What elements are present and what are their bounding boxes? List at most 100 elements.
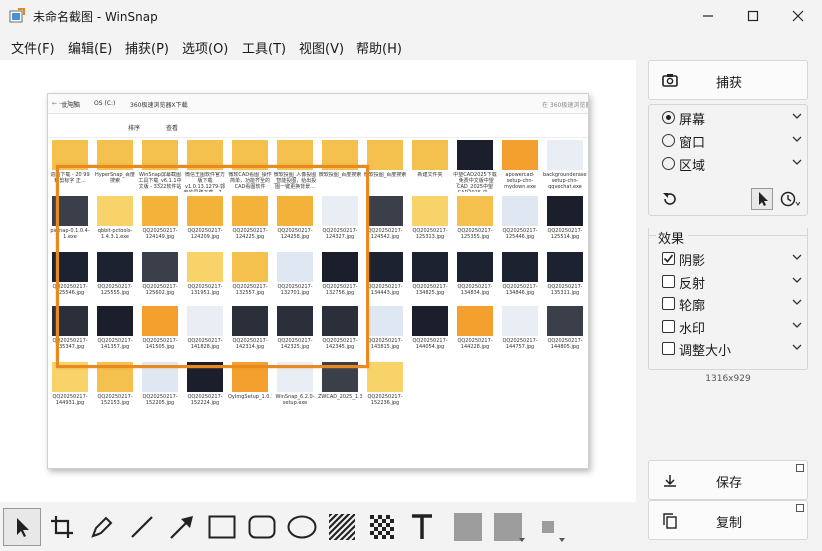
effect-watermark[interactable]: 水印 bbox=[662, 316, 802, 338]
file-thumbnail bbox=[367, 362, 403, 392]
save-auto-checkbox[interactable] bbox=[796, 464, 804, 472]
chevron-down-icon[interactable] bbox=[792, 252, 802, 262]
effect-outline[interactable]: 轮廓 bbox=[662, 293, 802, 315]
hatch-icon bbox=[329, 514, 355, 540]
cursor-toggle[interactable] bbox=[751, 188, 773, 210]
chevron-down-icon[interactable] bbox=[792, 275, 802, 285]
effect-label: 反射 bbox=[679, 276, 706, 292]
file-name: QQ20250217-134846.jpg bbox=[502, 284, 538, 296]
radio-unselected bbox=[662, 157, 675, 170]
file-item: QQ20250217-152236.jpg bbox=[365, 362, 405, 416]
explorer-search: 在 360极速浏览器X下载 bbox=[542, 102, 588, 109]
breadcrumb-pc: 此电脑 bbox=[62, 102, 81, 109]
menu-tools[interactable]: 工具(T) bbox=[242, 38, 286, 57]
menu-options[interactable]: 选项(O) bbox=[182, 38, 228, 57]
pointer-icon bbox=[759, 192, 768, 206]
effect-resize[interactable]: 调整大小 bbox=[662, 338, 802, 360]
arrow-tool-button[interactable] bbox=[163, 508, 201, 546]
radio-selected bbox=[662, 111, 675, 124]
pixelate-icon bbox=[370, 515, 394, 539]
dropdown-icon bbox=[559, 538, 565, 542]
menu-view[interactable]: 视图(V) bbox=[299, 38, 344, 57]
save-button[interactable]: 保存 bbox=[648, 460, 808, 500]
checkbox[interactable] bbox=[662, 342, 675, 355]
checkbox[interactable] bbox=[662, 319, 675, 333]
close-button[interactable] bbox=[776, 0, 820, 32]
chevron-down-icon[interactable] bbox=[792, 320, 802, 330]
ellipse-icon bbox=[287, 515, 317, 539]
file-item: QQ20250217-134834.jpg bbox=[455, 252, 495, 306]
selection-rectangle bbox=[56, 165, 369, 368]
checkbox[interactable] bbox=[662, 297, 675, 310]
menu-help[interactable]: 帮助(H) bbox=[356, 38, 402, 57]
effect-reflection[interactable]: 反射 bbox=[662, 271, 802, 293]
mode-window-label: 窗口 bbox=[679, 136, 706, 151]
file-item: QQ20250217-124542.jpg bbox=[365, 196, 405, 250]
file-item: 新建文件夹 bbox=[410, 140, 450, 194]
fill-color-button[interactable] bbox=[449, 508, 487, 546]
file-name: QQ20250217-134443.jpg bbox=[367, 284, 403, 296]
menu-file[interactable]: 文件(F) bbox=[11, 38, 55, 57]
chevron-down-icon[interactable] bbox=[792, 297, 802, 307]
effect-label: 调整大小 bbox=[679, 344, 732, 359]
file-item: QQ20250217-134825.jpg bbox=[410, 252, 450, 306]
select-tool-button[interactable] bbox=[3, 508, 41, 546]
menu-edit[interactable]: 编辑(E) bbox=[68, 38, 112, 57]
file-name: QQ20250217-144931.jpg bbox=[52, 394, 88, 406]
menu-capture[interactable]: 捕获(P) bbox=[125, 38, 169, 57]
file-item: QQ20250217-134846.jpg bbox=[500, 252, 540, 306]
capture-button[interactable]: 捕获 bbox=[648, 60, 808, 100]
file-item: QQ20250217-144054.jpg bbox=[410, 306, 450, 360]
highlight-tool-button[interactable] bbox=[323, 508, 361, 546]
copy-auto-checkbox[interactable] bbox=[796, 504, 804, 512]
file-name: QQ20250217-125313.jpg bbox=[412, 228, 448, 240]
undo-icon[interactable] bbox=[662, 192, 676, 206]
mode-window[interactable]: 窗口 bbox=[662, 130, 802, 152]
file-name: QQ20250217-125446.jpg bbox=[502, 228, 538, 240]
chevron-down-icon[interactable] bbox=[792, 111, 802, 121]
file-name: QyImgSetup_1.0.15.1393.exe bbox=[228, 394, 272, 400]
rectangle-tool-button[interactable] bbox=[203, 508, 241, 546]
crop-tool-button[interactable] bbox=[43, 508, 81, 546]
chevron-down-icon[interactable] bbox=[792, 342, 802, 352]
file-thumbnail bbox=[502, 306, 538, 336]
pixelate-tool-button[interactable] bbox=[363, 508, 401, 546]
chevron-down-icon[interactable] bbox=[792, 157, 802, 167]
copy-label: 复制 bbox=[715, 516, 742, 531]
timer-icon[interactable] bbox=[780, 190, 800, 208]
file-name: ZWCAD_2025_1.3_Chs_Win_64bit.25.0.207.16… bbox=[318, 394, 362, 400]
pen-tool-button[interactable] bbox=[83, 508, 121, 546]
title-bar: 未命名截图 - WinSnap bbox=[0, 0, 822, 32]
image-size: 1316x929 bbox=[705, 374, 751, 384]
maximize-button[interactable] bbox=[731, 0, 775, 32]
checkmark-icon bbox=[663, 254, 674, 263]
rounded-rectangle-tool-button[interactable] bbox=[243, 508, 281, 546]
file-item: backgrounderaser-setup-chn-qqvechat.exe bbox=[543, 140, 587, 194]
file-thumbnail bbox=[457, 306, 493, 336]
line-color-button[interactable] bbox=[489, 508, 527, 546]
file-name: QQ20250217-135311.jpg bbox=[547, 284, 583, 296]
file-name: QQ20250217-143815.jpg bbox=[367, 338, 403, 350]
ellipse-tool-button[interactable] bbox=[283, 508, 321, 546]
checkbox[interactable] bbox=[662, 252, 675, 265]
file-item: QQ20250217-152153.jpg bbox=[95, 362, 135, 416]
fill-color-swatch bbox=[454, 513, 482, 541]
close-icon bbox=[792, 10, 804, 22]
line-width-button[interactable] bbox=[529, 508, 567, 546]
effect-shadow[interactable]: 阴影 bbox=[662, 248, 802, 270]
mode-region[interactable]: 区域 bbox=[662, 153, 802, 175]
mode-screen-label: 屏幕 bbox=[679, 113, 706, 128]
file-thumbnail bbox=[547, 196, 583, 226]
file-item: 微软投图_百度搜索 bbox=[364, 140, 406, 194]
copy-button[interactable]: 复制 bbox=[648, 500, 808, 540]
file-item: QQ20250217-125313.jpg bbox=[410, 196, 450, 250]
text-tool-button[interactable] bbox=[403, 508, 441, 546]
line-tool-button[interactable] bbox=[123, 508, 161, 546]
minimize-button[interactable] bbox=[686, 0, 730, 32]
file-item: QQ20250217-125446.jpg bbox=[500, 196, 540, 250]
checkbox[interactable] bbox=[662, 274, 675, 288]
winsnap-app-icon bbox=[9, 8, 25, 23]
file-item: QQ20250217-125355.jpg bbox=[455, 196, 495, 250]
chevron-down-icon[interactable] bbox=[792, 134, 802, 144]
mode-screen[interactable]: 屏幕 bbox=[662, 107, 802, 129]
